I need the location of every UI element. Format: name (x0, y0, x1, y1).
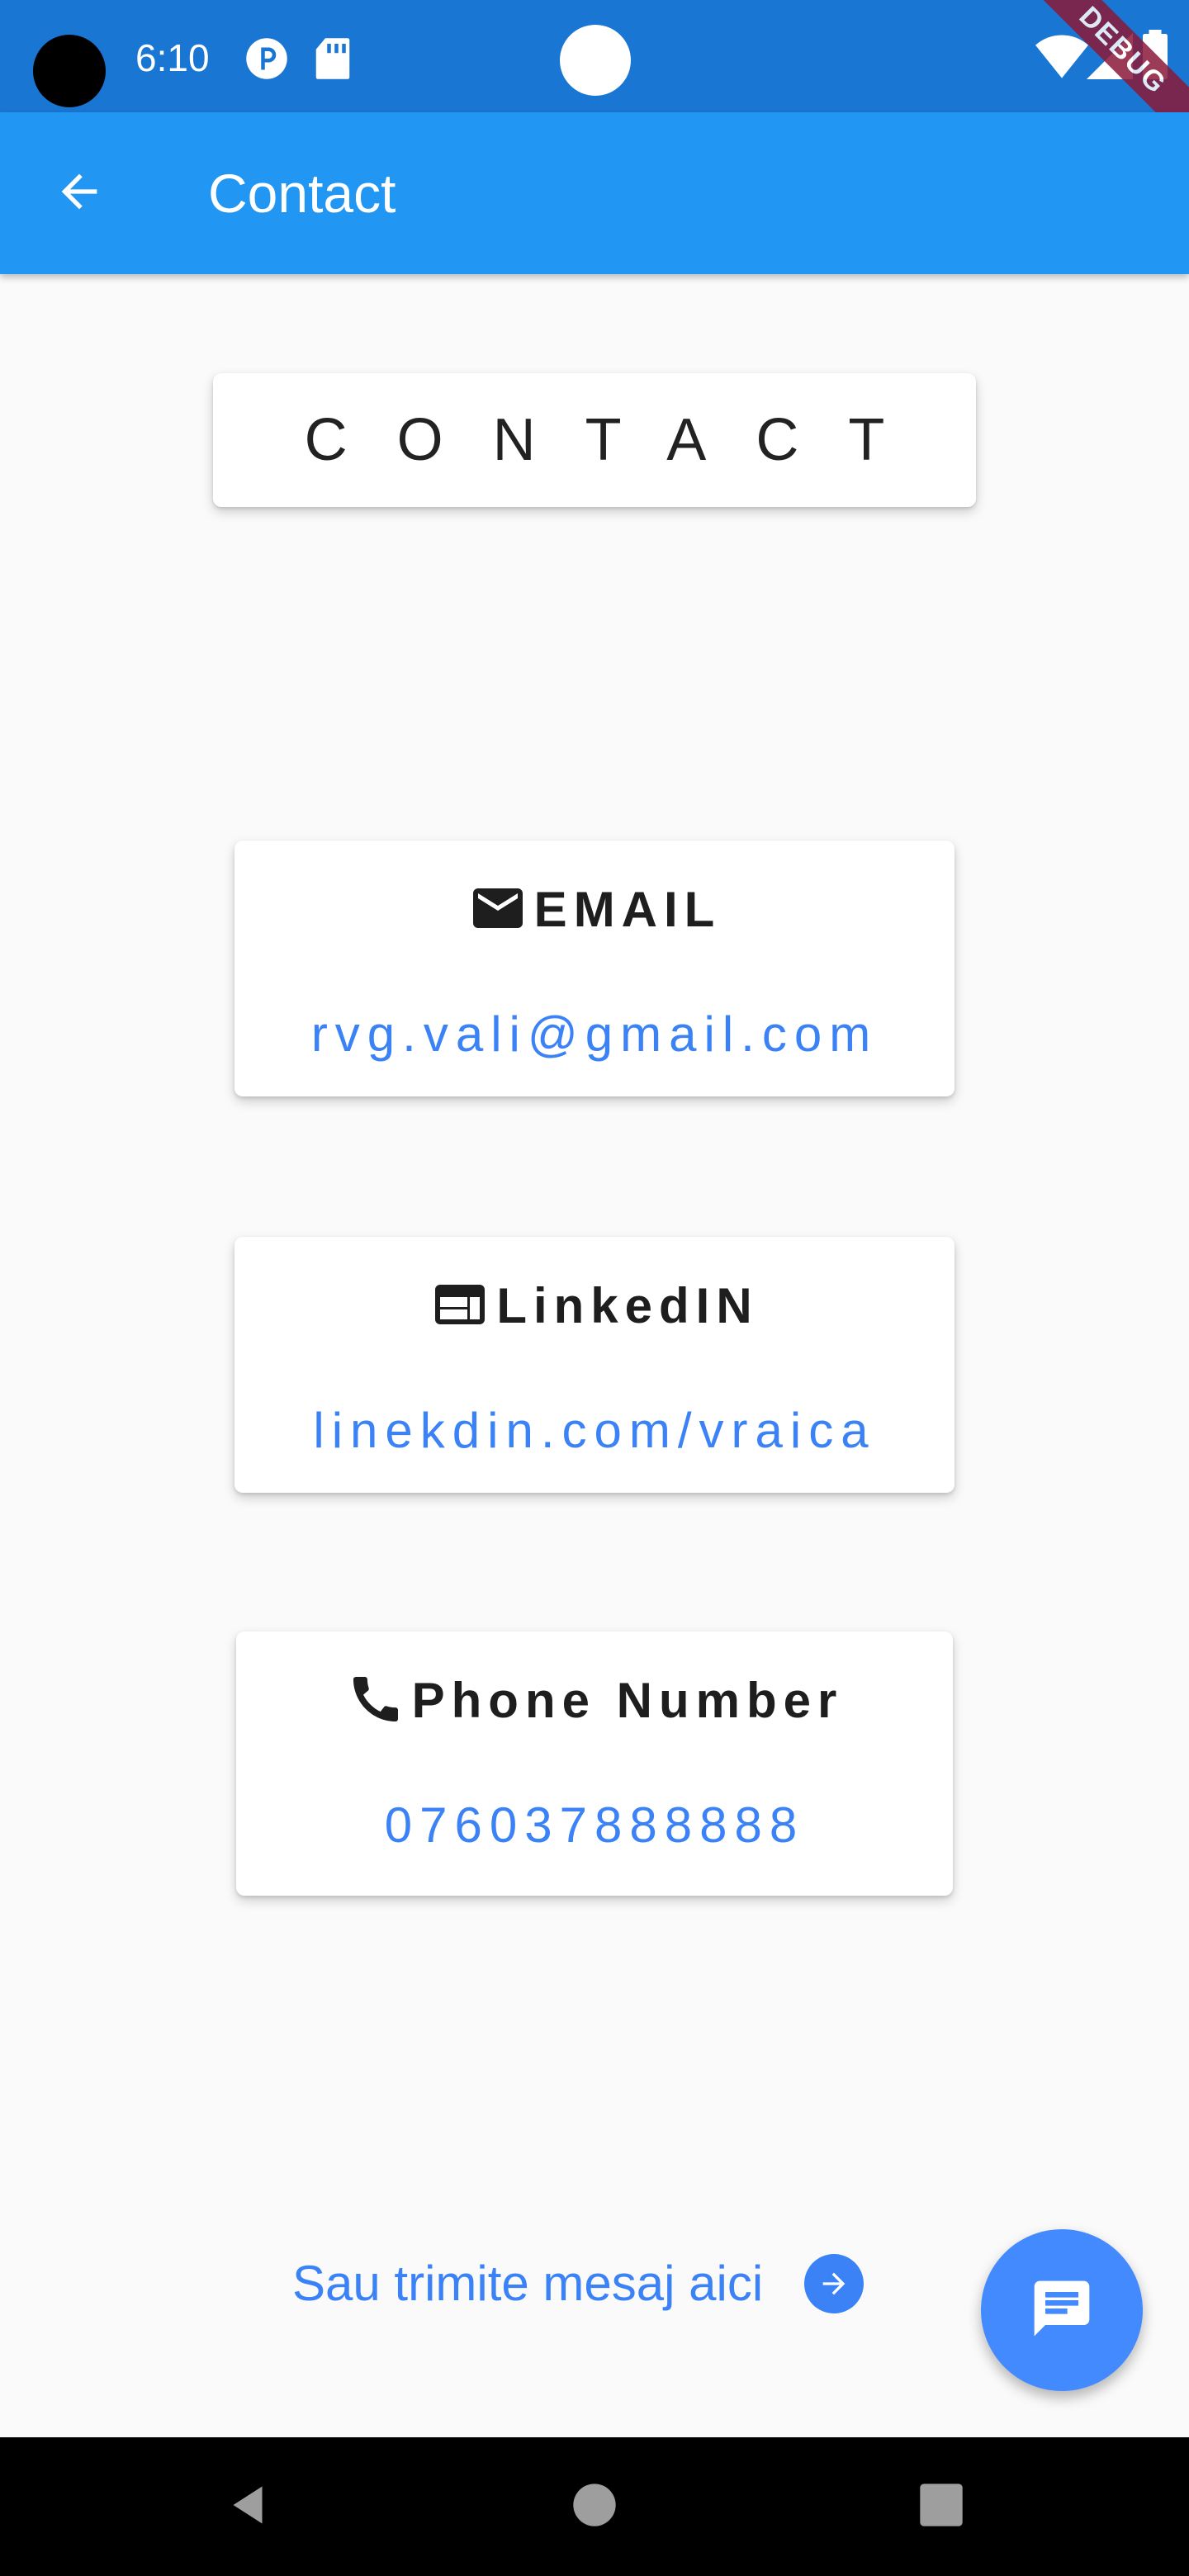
linkedin-card-header: LinkedIN (430, 1276, 758, 1336)
mail-icon (468, 878, 528, 942)
phone-label: Phone Number (411, 1673, 844, 1728)
arrow-back-icon (53, 165, 106, 222)
phone-icon (346, 1669, 405, 1733)
back-button[interactable] (40, 154, 119, 233)
email-card: EMAIL rvg.vali@gmail.com (234, 841, 955, 1096)
linkedin-link[interactable]: linekdin.com/vraica (313, 1402, 875, 1460)
linkedin-label: LinkedIN (496, 1278, 759, 1333)
wifi-icon (1035, 33, 1088, 83)
home-circle-icon (571, 2482, 618, 2532)
contact-title-card: CONTACT (213, 373, 976, 507)
phone-card: Phone Number 076037888888 (236, 1631, 953, 1896)
camera-hole-icon (33, 35, 106, 107)
status-bar: 6:10 DEBUG (0, 0, 1189, 153)
nav-home-button[interactable] (560, 2472, 629, 2541)
recents-square-icon (918, 2482, 964, 2532)
back-triangle-icon (223, 2480, 272, 2534)
email-card-header: EMAIL (468, 880, 722, 940)
contact-screen: 6:10 DEBUG Contact CONTACT EMAIL rvg.val… (0, 0, 1189, 2576)
nav-recents-button[interactable] (907, 2472, 976, 2541)
web-icon (430, 1275, 490, 1338)
nav-back-button[interactable] (213, 2472, 282, 2541)
linkedin-card: LinkedIN linekdin.com/vraica (234, 1237, 955, 1493)
record-icon (244, 36, 289, 85)
status-time: 6:10 (135, 36, 210, 79)
phone-card-header: Phone Number (346, 1671, 844, 1731)
sd-card-icon (314, 36, 352, 85)
email-link[interactable]: rvg.vali@gmail.com (311, 1006, 878, 1063)
send-message-link[interactable]: Sau trimite mesaj aici (292, 2242, 865, 2325)
contact-heading: CONTACT (304, 407, 935, 473)
phone-link[interactable]: 076037888888 (385, 1797, 804, 1854)
message-fab-button[interactable] (981, 2229, 1143, 2391)
page-title: Contact (208, 163, 396, 224)
status-dot (560, 25, 631, 96)
arrow-circle-right-icon[interactable] (804, 2254, 865, 2313)
message-icon (1029, 2275, 1095, 2346)
email-label: EMAIL (533, 882, 722, 937)
app-bar: Contact (0, 112, 1189, 274)
system-nav-bar (0, 2437, 1189, 2576)
send-message-label: Sau trimite mesaj aici (292, 2256, 764, 2311)
